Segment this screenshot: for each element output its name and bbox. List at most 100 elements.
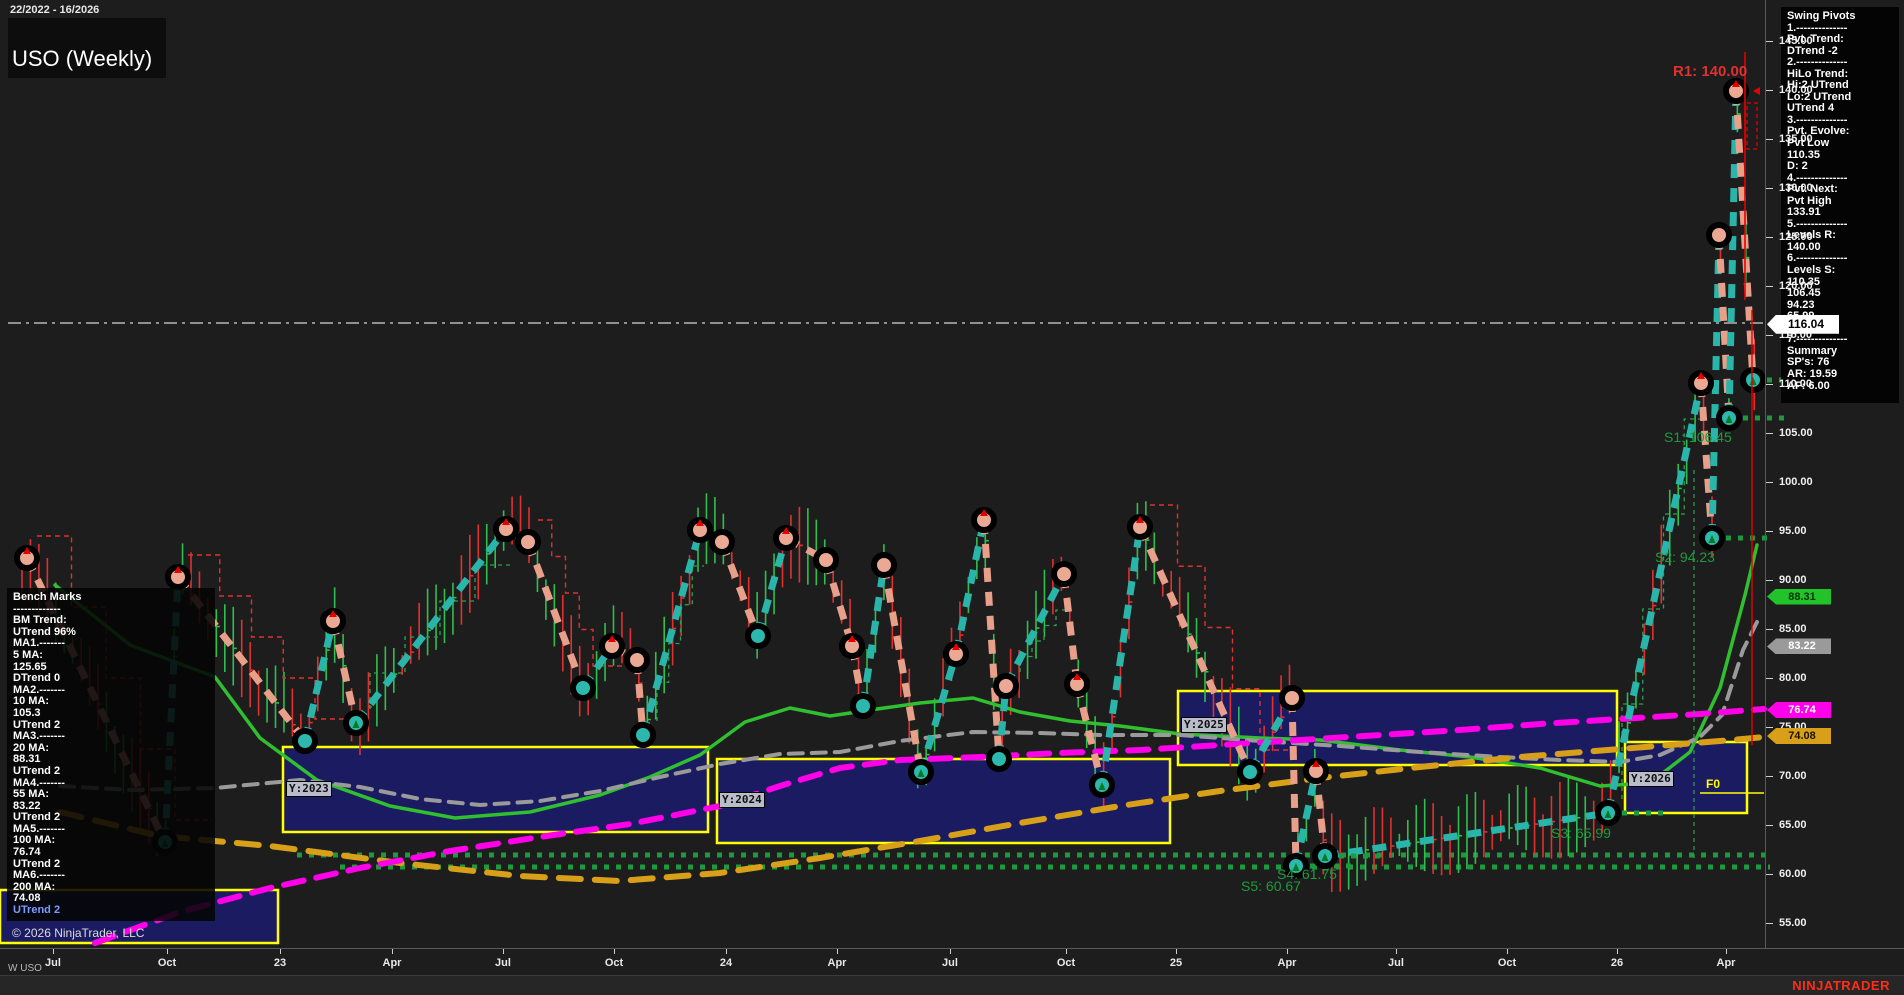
price-tick [1766, 335, 1773, 336]
time-tick [1726, 949, 1727, 954]
pivot-high-marker [627, 650, 647, 670]
series-status-label: W USO [8, 963, 42, 974]
time-tick [167, 949, 168, 954]
time-tick-label: Oct [158, 957, 176, 969]
pivot-low-marker [989, 749, 1009, 769]
chart-title-text: USO (Weekly) [12, 46, 152, 72]
bench-marks-line: 76.74 [13, 847, 209, 859]
price-tick-label: 65.00 [1779, 819, 1807, 831]
time-tick-label: Oct [1498, 957, 1516, 969]
bench-marks-line: UTrend 2 [13, 766, 209, 778]
bench-marks-panel: Bench Marks-------------BM Trend:UTrend … [7, 588, 215, 921]
price-tick-label: 105.00 [1779, 427, 1813, 439]
time-tick [950, 949, 951, 954]
year-range-label[interactable]: Y:2023 [286, 781, 332, 797]
target-dashed-bracket [1747, 103, 1757, 149]
bench-marks-line: 100 MA: [13, 835, 209, 847]
ma-price-tag: 74.08 [1767, 728, 1831, 744]
time-tick-label: Apr [828, 957, 847, 969]
date-range-label: 22/2022 - 16/2026 [10, 4, 99, 16]
price-tick [1766, 531, 1773, 532]
pivot-low-marker [633, 725, 653, 745]
bench-marks-line: 20 MA: [13, 743, 209, 755]
swing-down-segment [1292, 698, 1296, 866]
swing-down-segment [528, 542, 583, 688]
time-tick [53, 949, 54, 954]
time-tick-label: 25 [1170, 957, 1182, 969]
price-tick [1766, 825, 1773, 826]
price-tick-label: 100.00 [1779, 476, 1813, 488]
price-axis[interactable]: 145.00140.00135.00130.00125.00120.00115.… [1765, 0, 1904, 948]
ma-price-tag: 88.31 [1767, 589, 1831, 605]
hilo-up-step-line [370, 565, 510, 709]
time-tick-label: Jul [942, 957, 958, 969]
time-tick-label: Jul [45, 957, 61, 969]
price-tick [1766, 188, 1773, 189]
price-tick [1766, 90, 1773, 91]
swing-down-segment [826, 560, 852, 646]
price-tick [1766, 580, 1773, 581]
price-tick-label: 145.00 [1779, 35, 1813, 47]
price-tick-label: 85.00 [1779, 623, 1807, 635]
swing-down-segment [984, 520, 999, 759]
time-tick [1617, 949, 1618, 954]
year-range-label[interactable]: Y:2026 [1628, 771, 1674, 787]
price-chart-canvas[interactable]: R1: 140.00S1: 106.45S2: 94.23S3: 65.99S4… [0, 0, 1904, 994]
price-tick [1766, 923, 1773, 924]
time-tick-label: Oct [1057, 957, 1075, 969]
year-range-label[interactable]: Y:2025 [1181, 717, 1227, 733]
price-tick [1766, 482, 1773, 483]
time-tick [1507, 949, 1508, 954]
price-tick [1766, 874, 1773, 875]
price-tick-label: 125.00 [1779, 231, 1813, 243]
swing-down-segment [333, 621, 356, 723]
price-tick [1766, 286, 1773, 287]
price-tick-label: 55.00 [1779, 917, 1807, 929]
swing-up-segment [863, 565, 884, 706]
pivot-high-marker [712, 532, 732, 552]
year-range-label[interactable]: Y:2024 [719, 792, 765, 808]
time-tick [1066, 949, 1067, 954]
swing-up-segment [643, 530, 700, 735]
price-tick-label: 110.00 [1779, 378, 1812, 390]
pivot-high-marker [996, 676, 1016, 696]
time-tick-label: Jul [1388, 957, 1404, 969]
time-tick [726, 949, 727, 954]
price-tick [1766, 237, 1773, 238]
price-tick-label: 135.00 [1779, 133, 1813, 145]
pivot-low-marker [853, 696, 873, 716]
pivot-high-marker [874, 555, 894, 575]
support-level-label: S1: 106.45 [1664, 429, 1732, 445]
time-tick [614, 949, 615, 954]
time-tick-label: 24 [720, 957, 732, 969]
copyright-label: © 2026 NinjaTrader, LLC [12, 926, 144, 940]
price-tick [1766, 433, 1773, 434]
status-bar: W USO NINJATRADER [0, 975, 1904, 995]
time-tick-label: 23 [274, 957, 286, 969]
swing-up-segment [1006, 574, 1064, 686]
pivot-high-marker [1054, 564, 1074, 584]
current-price-tag: 116.04 [1767, 315, 1839, 334]
pivot-low-marker [748, 626, 768, 646]
price-tick-label: 95.00 [1779, 525, 1807, 537]
time-tick [1176, 949, 1177, 954]
price-tick-label: 90.00 [1779, 574, 1807, 586]
bench-marks-line: Bench Marks [13, 592, 209, 604]
swing-down-segment [1064, 574, 1077, 684]
r1-resistance-label: R1: 140.00 [1673, 63, 1747, 80]
bench-marks-line: 55 MA: [13, 789, 209, 801]
time-tick-label: Apr [1278, 957, 1297, 969]
time-axis[interactable]: JulOct23AprJulOct24AprJulOct25AprJulOct2… [0, 948, 1904, 976]
ma-price-tag: 76.74 [1767, 702, 1831, 718]
chart-title: USO (Weekly) [8, 18, 166, 78]
bench-marks-line: DTrend 0 [13, 673, 209, 685]
price-tick [1766, 678, 1773, 679]
support-level-label: S2: 94.23 [1655, 549, 1715, 565]
price-tick [1766, 384, 1773, 385]
price-tick [1766, 41, 1773, 42]
time-tick-label: Apr [1717, 957, 1736, 969]
price-tick [1766, 139, 1773, 140]
price-tick [1766, 776, 1773, 777]
price-tick-label: 60.00 [1779, 868, 1807, 880]
bench-marks-line: 200 MA: [13, 882, 209, 894]
